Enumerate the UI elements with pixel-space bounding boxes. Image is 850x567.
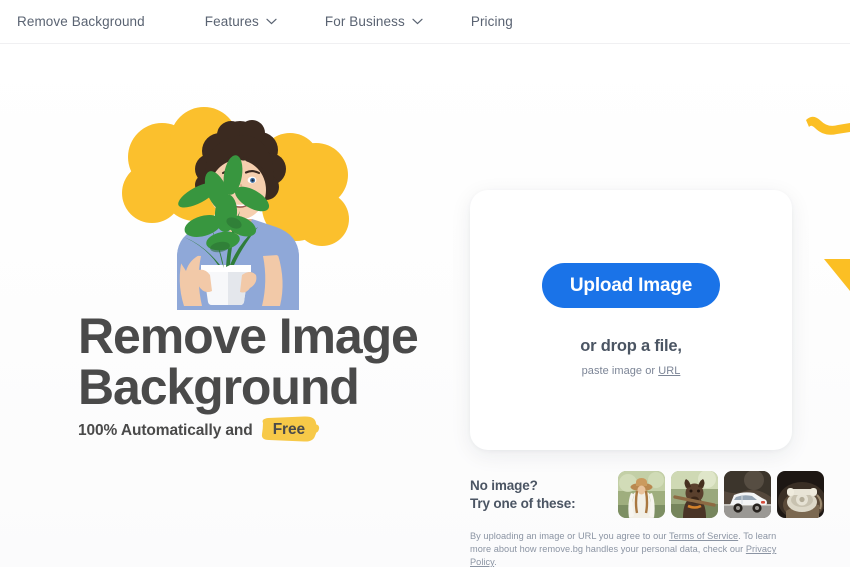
nav-item-for-business[interactable]: For Business	[325, 14, 423, 29]
sample-thumbnail-dog-stick[interactable]	[671, 471, 719, 518]
nav-item-features[interactable]: Features	[205, 14, 277, 29]
free-label: Free	[272, 421, 306, 438]
free-highlight: Free	[261, 416, 319, 443]
drop-file-text: or drop a file,	[580, 337, 682, 355]
headline-line-2: Background	[78, 359, 360, 415]
nav-item-remove-background[interactable]: Remove Background	[17, 14, 145, 29]
nav-label: For Business	[324, 14, 405, 29]
hero-illustration	[100, 95, 362, 310]
url-link[interactable]: URL	[658, 365, 680, 377]
sample-thumbnail-list	[618, 471, 825, 518]
main-navigation: Remove Background Features For Business …	[0, 0, 850, 44]
sample-thumbnail-vintage-phone[interactable]	[777, 471, 825, 518]
sample-images-section: No image? Try one of these:	[470, 471, 825, 518]
nav-item-pricing[interactable]: Pricing	[471, 14, 513, 29]
subtitle-text: 100% Automatically and	[78, 421, 253, 439]
hero-subtitle: 100% Automatically and Free	[78, 416, 319, 443]
legal-part-3: .	[494, 557, 497, 567]
paste-prefix: paste image or	[581, 365, 659, 377]
nav-label: Pricing	[470, 14, 513, 29]
sample-thumbnail-woman-hat[interactable]	[618, 471, 666, 518]
yellow-triangle-decoration	[822, 257, 850, 293]
sample-prompt-line-2: Try one of these:	[470, 495, 576, 511]
hero-section: Remove Image Background 100% Automatical…	[0, 45, 850, 567]
legal-part-1: By uploading an image or URL you agree t…	[470, 531, 669, 541]
upload-image-button[interactable]: Upload Image	[541, 263, 721, 308]
upload-card[interactable]: Upload Image or drop a file, paste image…	[470, 190, 792, 450]
paste-url-text: paste image or URL	[582, 365, 681, 377]
nav-label: Features	[204, 14, 259, 29]
yellow-swoosh-decoration	[804, 113, 850, 139]
nav-label: Remove Background	[17, 14, 145, 29]
sample-prompt-label: No image? Try one of these:	[470, 477, 576, 513]
terms-of-service-link[interactable]: Terms of Service	[669, 531, 738, 541]
chevron-down-icon	[266, 18, 277, 25]
legal-disclaimer: By uploading an image or URL you agree t…	[470, 530, 795, 567]
page-title: Remove Image Background	[78, 311, 478, 413]
sample-thumbnail-white-car[interactable]	[724, 471, 772, 518]
chevron-down-icon	[412, 18, 423, 25]
headline-line-1: Remove Image	[78, 308, 419, 364]
sample-prompt-line-1: No image?	[470, 477, 538, 493]
